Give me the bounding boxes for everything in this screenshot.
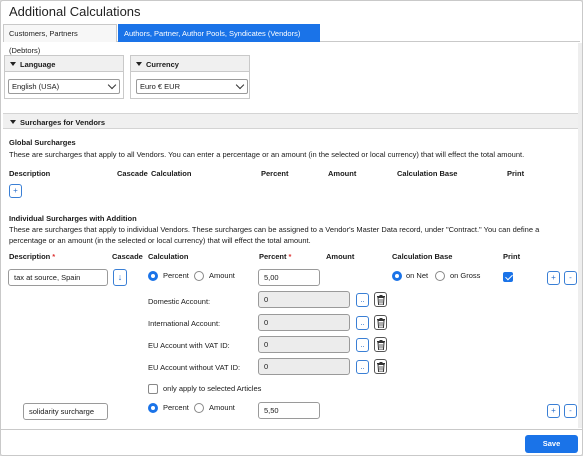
percent-input[interactable]: 5,50	[258, 402, 320, 419]
dialog-window: Additional Calculations Customers, Partn…	[0, 0, 583, 456]
calc-percent-radio[interactable]	[148, 403, 158, 413]
surcharge-description-input[interactable]: solidarity surcharge	[23, 403, 108, 420]
ind-col-amount: Amount	[326, 252, 355, 261]
language-heading: Language	[20, 60, 56, 69]
currency-panel-header[interactable]: Currency	[131, 56, 249, 72]
col-amount: Amount	[328, 169, 357, 178]
calc-percent-label: Percent	[163, 271, 189, 280]
currency-heading: Currency	[146, 60, 179, 69]
remove-row-button[interactable]: -	[564, 404, 577, 418]
individual-heading: Individual Surcharges with Addition	[9, 214, 137, 223]
language-panel-header[interactable]: Language	[5, 56, 123, 72]
base-net-label: on Net	[406, 271, 429, 280]
trash-icon[interactable]	[374, 315, 387, 330]
cascade-down-button[interactable]: ↓	[113, 269, 127, 286]
currency-select-value: Euro € EUR	[140, 82, 181, 91]
collapse-caret-icon	[10, 62, 16, 66]
account-label-eu-vat: EU Account with VAT ID:	[148, 341, 230, 350]
calc-amount-label: Amount	[209, 403, 235, 412]
individual-description-line1: These are surcharges that apply to indiv…	[9, 225, 540, 234]
account-label-domestic: Domestic Account:	[148, 297, 211, 306]
tab-customers[interactable]: Customers, Partners (Debtors)	[3, 24, 117, 55]
language-select[interactable]: English (USA)	[8, 79, 120, 94]
account-input-domestic[interactable]: 0	[258, 291, 350, 308]
calc-amount-radio[interactable]	[194, 403, 204, 413]
account-input-international[interactable]: 0	[258, 314, 350, 331]
add-row-button[interactable]: +	[547, 271, 560, 285]
account-lookup-button[interactable]: ..	[356, 316, 369, 330]
global-heading: Global Surcharges	[9, 138, 76, 147]
currency-panel: Currency Euro € EUR	[130, 55, 250, 99]
dialog-footer: Save	[1, 429, 582, 455]
chevron-down-icon	[107, 80, 117, 90]
account-label-international: International Account:	[148, 319, 221, 328]
currency-select[interactable]: Euro € EUR	[136, 79, 248, 94]
account-lookup-button[interactable]: ..	[356, 293, 369, 307]
remove-row-button[interactable]: -	[564, 271, 577, 285]
only-selected-articles-checkbox[interactable]	[148, 384, 158, 394]
calc-amount-radio[interactable]	[194, 271, 204, 281]
dialog-title: Additional Calculations	[9, 4, 141, 19]
arrow-down-icon: ↓	[117, 272, 123, 282]
percent-input[interactable]: 5,00	[258, 269, 320, 286]
account-lookup-button[interactable]: ..	[356, 360, 369, 374]
required-asterisk: *	[52, 252, 56, 261]
ind-col-percent: Percent *	[259, 252, 292, 261]
col-calculation: Calculation	[151, 169, 192, 178]
tab-vendors[interactable]: Authors, Partner, Author Pools, Syndicat…	[118, 24, 320, 42]
global-description: These are surcharges that apply to all V…	[9, 150, 525, 159]
chevron-down-icon	[235, 80, 245, 90]
required-asterisk: *	[288, 252, 292, 261]
calc-amount-label: Amount	[209, 271, 235, 280]
account-label-eu-no-vat: EU Account without VAT ID:	[148, 363, 241, 372]
col-percent: Percent	[261, 169, 289, 178]
col-calc-base: Calculation Base	[397, 169, 458, 178]
print-checkbox[interactable]	[503, 272, 513, 282]
surcharges-heading: Surcharges for Vendors	[20, 118, 106, 127]
ind-col-description: Description *	[9, 252, 56, 261]
col-cascade: Cascade	[117, 169, 148, 178]
trash-icon[interactable]	[374, 292, 387, 307]
save-button[interactable]: Save	[525, 435, 578, 453]
language-panel: Language English (USA)	[4, 55, 124, 99]
account-lookup-button[interactable]: ..	[356, 338, 369, 352]
individual-description-line2: percentage or an amount (in the selected…	[9, 236, 311, 245]
trash-icon[interactable]	[374, 337, 387, 352]
base-net-radio[interactable]	[392, 271, 402, 281]
tab-bar: Customers, Partners (Debtors) Authors, P…	[3, 24, 580, 55]
only-selected-articles-label: only apply to selected Articles	[163, 384, 262, 393]
surcharge-description-input[interactable]: tax at source, Spain	[8, 269, 108, 286]
add-row-button[interactable]: +	[547, 404, 560, 418]
ind-col-print: Print	[503, 252, 521, 261]
language-select-value: English (USA)	[12, 82, 60, 91]
base-gross-label: on Gross	[450, 271, 481, 280]
vertical-scrollbar[interactable]	[578, 43, 582, 428]
surcharges-section-header[interactable]: Surcharges for Vendors	[3, 113, 582, 129]
collapse-caret-icon	[136, 62, 142, 66]
ind-col-calc-base: Calculation Base	[392, 252, 453, 261]
collapse-caret-icon	[10, 120, 16, 124]
account-input-eu-no-vat[interactable]: 0	[258, 358, 350, 375]
ind-col-calculation: Calculation	[148, 252, 189, 261]
calc-percent-label: Percent	[163, 403, 189, 412]
add-global-surcharge-button[interactable]: +	[9, 184, 22, 198]
trash-icon[interactable]	[374, 359, 387, 374]
ind-col-cascade: Cascade	[112, 252, 143, 261]
calc-percent-radio[interactable]	[148, 271, 158, 281]
col-description: Description	[9, 169, 51, 178]
account-input-eu-vat[interactable]: 0	[258, 336, 350, 353]
col-print: Print	[507, 169, 525, 178]
base-gross-radio[interactable]	[435, 271, 445, 281]
